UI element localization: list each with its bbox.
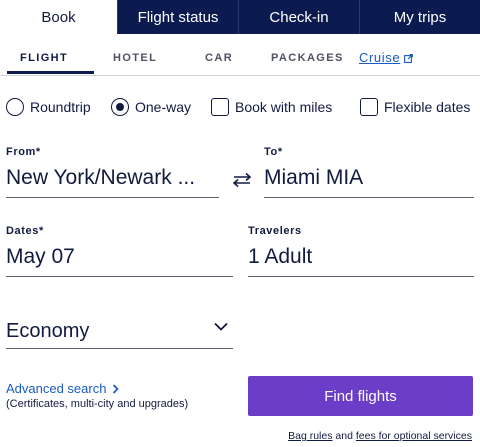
dates-label: Dates* bbox=[6, 225, 44, 237]
cabin-select[interactable]: Economy bbox=[6, 320, 89, 343]
oneway-radio[interactable] bbox=[111, 98, 129, 116]
travelers-input[interactable]: 1 Adult bbox=[248, 245, 312, 269]
tab-check-in[interactable]: Check-in bbox=[238, 0, 359, 34]
to-input[interactable]: Miami MIA bbox=[264, 166, 363, 190]
product-tab-bar: FLIGHT HOTEL CAR PACKAGES Cruise bbox=[0, 34, 480, 76]
chevron-down-icon[interactable] bbox=[214, 322, 228, 331]
from-input[interactable]: New York/Newark ... bbox=[6, 166, 195, 190]
to-underline bbox=[264, 197, 474, 198]
book-with-miles-label: Book with miles bbox=[235, 99, 333, 115]
advanced-search-link[interactable]: Advanced search bbox=[6, 381, 120, 396]
tab-my-trips[interactable]: My trips bbox=[359, 0, 480, 34]
book-with-miles-option[interactable]: Book with miles bbox=[211, 98, 332, 116]
dates-input[interactable]: May 07 bbox=[6, 245, 75, 269]
top-tab-bar: Book Flight status Check-in My trips bbox=[0, 0, 480, 34]
tab-book[interactable]: Book bbox=[0, 0, 117, 34]
subtab-car[interactable]: CAR bbox=[205, 52, 233, 64]
cabin-underline bbox=[6, 348, 233, 349]
footer-links: Bag rules and fees for optional services bbox=[288, 430, 472, 442]
oneway-option[interactable]: One-way bbox=[111, 98, 191, 116]
flexible-dates-label: Flexible dates bbox=[384, 99, 471, 115]
book-with-miles-checkbox[interactable] bbox=[211, 98, 229, 116]
footer-and-text: and bbox=[332, 430, 356, 442]
active-subtab-indicator bbox=[7, 71, 94, 74]
from-underline bbox=[6, 197, 219, 198]
bag-rules-link[interactable]: Bag rules bbox=[288, 430, 332, 442]
roundtrip-option[interactable]: Roundtrip bbox=[6, 98, 91, 116]
swap-arrows-icon[interactable] bbox=[231, 172, 253, 188]
to-label: To* bbox=[264, 146, 283, 158]
cruise-label: Cruise bbox=[359, 50, 401, 65]
flexible-dates-checkbox[interactable] bbox=[360, 98, 378, 116]
subtab-flight[interactable]: FLIGHT bbox=[20, 52, 68, 64]
tab-flight-status[interactable]: Flight status bbox=[117, 0, 238, 34]
dates-underline bbox=[6, 276, 233, 277]
external-link-icon bbox=[404, 54, 414, 63]
chevron-right-icon bbox=[113, 383, 120, 394]
oneway-label: One-way bbox=[135, 99, 192, 115]
roundtrip-label: Roundtrip bbox=[30, 99, 91, 115]
travelers-underline bbox=[248, 276, 474, 277]
roundtrip-radio[interactable] bbox=[6, 98, 24, 116]
subtab-packages[interactable]: PACKAGES bbox=[271, 52, 344, 64]
subtab-hotel[interactable]: HOTEL bbox=[113, 52, 157, 64]
cruise-link[interactable]: Cruise bbox=[359, 50, 414, 65]
advanced-search-description: (Certificates, multi-city and upgrades) bbox=[6, 398, 189, 410]
advanced-search-label: Advanced search bbox=[6, 381, 107, 396]
find-flights-button[interactable]: Find flights bbox=[248, 376, 473, 416]
travelers-label: Travelers bbox=[248, 225, 302, 237]
flexible-dates-option[interactable]: Flexible dates bbox=[360, 98, 470, 116]
from-label: From* bbox=[6, 146, 41, 158]
optional-fees-link[interactable]: fees for optional services bbox=[356, 430, 472, 442]
